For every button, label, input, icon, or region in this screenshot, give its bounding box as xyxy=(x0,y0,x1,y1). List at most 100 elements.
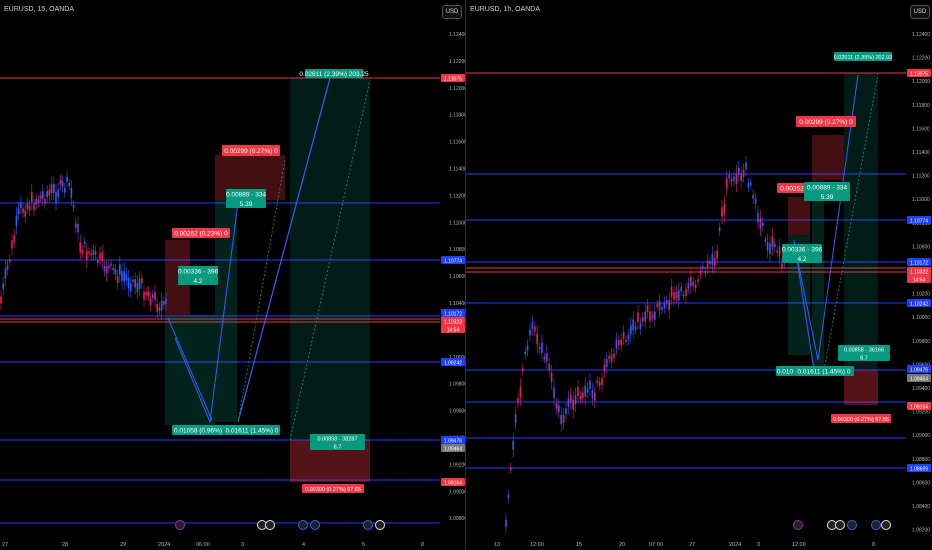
left-candle xyxy=(22,208,24,213)
right-price-tick: 1.12400 xyxy=(912,32,930,38)
right-candle xyxy=(548,363,550,371)
right-candle xyxy=(519,386,522,398)
right-candle xyxy=(642,317,644,322)
right-candle xyxy=(733,176,735,182)
right-chart-pane[interactable]: 1.12400 1.12200 1.12000 1.11800 1.11600 1.114… xyxy=(466,0,932,550)
right-candle xyxy=(531,321,534,329)
left-box-label: 5.39 xyxy=(240,201,253,208)
right-candle xyxy=(632,319,634,331)
right-level-label: 1.10172 xyxy=(910,260,928,266)
right-level-label: 1.08609 xyxy=(910,466,928,472)
event-icon xyxy=(375,520,385,530)
left-candle xyxy=(64,188,66,193)
right-candle xyxy=(586,387,589,393)
right-candle xyxy=(750,182,752,185)
right-candle xyxy=(625,339,627,342)
left-candle xyxy=(112,267,114,270)
left-box-label: 4.2 xyxy=(193,278,202,285)
left-candle xyxy=(110,263,112,266)
left-chart-canvas[interactable]: 1.12400 1.12200 1.12000 1.11800 1.11600 1.114… xyxy=(0,0,465,550)
right-candle xyxy=(510,467,512,470)
left-level-label: 14:54 xyxy=(447,327,460,333)
left-price-tick: 1.11000 xyxy=(449,220,465,226)
right-candle xyxy=(620,339,622,346)
right-candle xyxy=(680,287,682,292)
left-box-label: 0.00889 - 334 xyxy=(226,191,267,198)
left-candle xyxy=(11,240,13,249)
right-candle xyxy=(656,304,658,307)
left-price-tick: 1.10600 xyxy=(449,274,465,280)
left-candle xyxy=(121,270,123,282)
left-candle xyxy=(55,191,57,203)
left-candle xyxy=(147,291,150,297)
lightning-icon xyxy=(793,520,803,530)
right-time-tick: 12:00 xyxy=(530,542,544,548)
left-candle xyxy=(152,294,154,299)
right-candle xyxy=(603,364,606,372)
left-box-label: 0.00336 - 396 xyxy=(178,268,219,275)
left-candle xyxy=(97,260,99,263)
left-candle xyxy=(141,277,143,284)
right-candle xyxy=(766,241,769,251)
left-candle xyxy=(59,179,62,185)
right-candle xyxy=(728,175,730,179)
left-price-tick: 1.11200 xyxy=(449,193,465,199)
right-price-tick: 1.08400 xyxy=(912,504,930,510)
right-candle xyxy=(771,236,774,248)
lightning-icon xyxy=(175,520,185,530)
left-candle xyxy=(28,205,31,211)
right-chart-canvas[interactable]: 1.12400 1.12200 1.12000 1.11800 1.11600 1.114… xyxy=(466,0,932,550)
right-box-label: 0.010 xyxy=(777,368,794,375)
left-candle xyxy=(44,198,46,204)
right-price-tick: 1.09200 xyxy=(912,410,930,416)
left-level-label: 1.10322 xyxy=(444,319,462,325)
left-candle xyxy=(66,176,68,182)
left-level-label: 1.09242 xyxy=(444,360,462,366)
right-candle xyxy=(697,279,699,282)
right-price-tick: 1.12200 xyxy=(912,56,930,62)
right-price-tick: 1.11200 xyxy=(912,174,930,180)
right-candle xyxy=(574,395,577,405)
right-candle xyxy=(541,342,543,353)
right-level-label: 1.13075 xyxy=(910,71,928,77)
right-candle xyxy=(543,356,546,359)
left-price-tick: 1.11600 xyxy=(449,140,465,146)
right-price-tick: 1.09400 xyxy=(912,386,930,392)
left-candle xyxy=(130,283,132,292)
left-candle xyxy=(90,252,92,256)
left-price-tick: 1.08800 xyxy=(449,516,465,522)
right-candle xyxy=(735,173,738,184)
left-candle xyxy=(48,189,51,196)
left-box-label: 0.01611 (1.45%) 0 xyxy=(226,427,279,434)
left-candle xyxy=(33,203,35,211)
right-candle xyxy=(538,346,541,350)
left-candle xyxy=(20,202,22,209)
right-candle xyxy=(606,359,608,367)
left-currency-button[interactable]: USD xyxy=(442,5,462,19)
right-candle xyxy=(555,403,558,409)
event-icon xyxy=(835,520,845,530)
left-candle xyxy=(99,253,101,260)
left-time-tick: 06:00 xyxy=(196,542,210,548)
right-candle xyxy=(711,254,714,266)
left-chart-pane[interactable]: 1.12400 1.12200 1.12000 1.11800 1.11600 1.114… xyxy=(0,0,465,550)
right-candle xyxy=(553,387,555,398)
right-candle xyxy=(702,266,704,269)
left-candle xyxy=(2,283,4,290)
right-candle xyxy=(565,408,567,415)
right-candle xyxy=(692,281,694,287)
left-box-label: 0.00299 (0.27%) 0 xyxy=(224,148,278,155)
right-candle xyxy=(639,323,642,329)
right-candle xyxy=(579,395,582,400)
left-candle xyxy=(39,195,42,199)
right-time-tick: 8 xyxy=(872,542,875,548)
right-level-label: 14:54 xyxy=(913,277,926,283)
right-candle xyxy=(699,270,702,275)
right-candle xyxy=(663,302,666,308)
left-time-tick: 29 xyxy=(120,542,126,548)
left-price-tick: 1.09600 xyxy=(449,409,465,415)
left-candle xyxy=(127,278,130,289)
left-candle xyxy=(105,266,108,275)
right-candle xyxy=(685,288,687,296)
right-currency-button[interactable]: USD xyxy=(910,5,930,19)
